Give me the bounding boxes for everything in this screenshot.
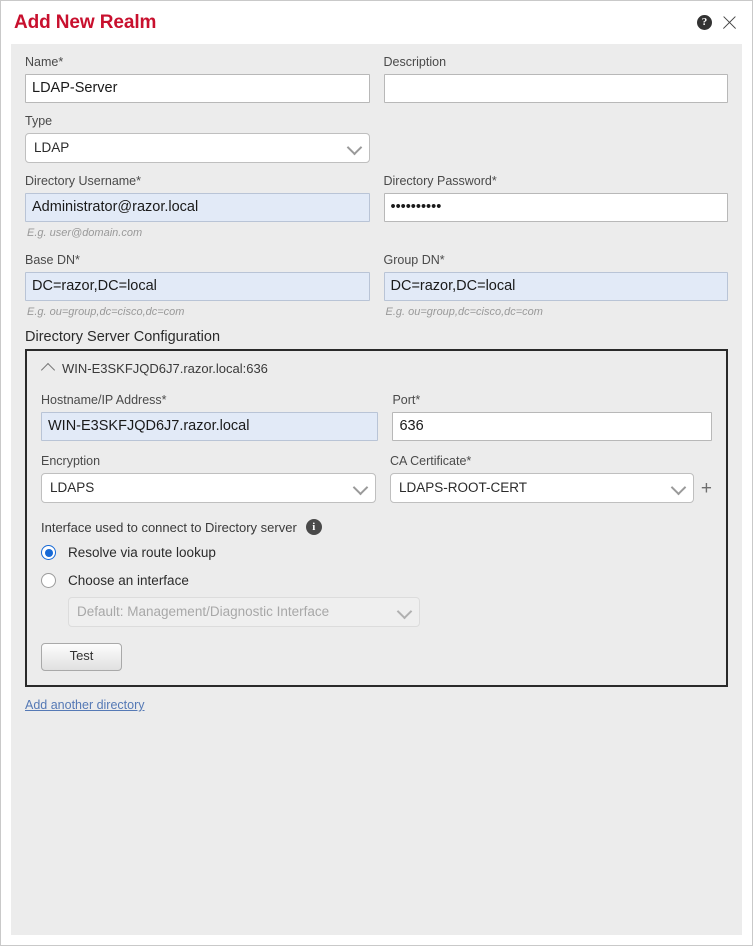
realm-form: Name* LDAP-Server Description Type LDAP (11, 44, 742, 935)
encryption-certificate-row: Encryption LDAPS CA Certificate* LDAPS-R… (41, 453, 712, 503)
add-new-realm-dialog: Add New Realm ? Name* LDAP-Server Descri… (0, 0, 753, 946)
directory-username-input[interactable]: Administrator@razor.local (25, 193, 370, 222)
radio-button-choose-interface[interactable] (41, 573, 56, 588)
radio-button-route-lookup[interactable] (41, 545, 56, 560)
ca-certificate-select[interactable]: LDAPS-ROOT-CERT (390, 473, 694, 503)
port-group: Port* 636 (392, 392, 712, 441)
interface-label-row: Interface used to connect to Directory s… (41, 519, 712, 535)
name-input[interactable]: LDAP-Server (25, 74, 370, 103)
directory-server-section-title: Directory Server Configuration (25, 329, 221, 345)
base-dn-label: Base DN* (25, 253, 80, 267)
directory-server-panel-header[interactable]: WIN-E3SKFJQD6J7.razor.local:636 (40, 361, 712, 378)
encryption-select[interactable]: LDAPS (41, 473, 376, 503)
description-input[interactable] (383, 74, 728, 103)
radio-resolve-via-route-lookup[interactable]: Resolve via route lookup (41, 545, 712, 560)
page-title: Add New Realm (14, 11, 157, 33)
directory-username-group: Directory Username* Administrator@razor.… (25, 173, 370, 240)
header-actions: ? (697, 14, 738, 31)
ca-certificate-control: LDAPS-ROOT-CERT + (390, 473, 712, 503)
directory-credentials-row: Directory Username* Administrator@razor.… (25, 173, 728, 240)
close-icon[interactable] (721, 14, 738, 31)
directory-password-label: Directory Password* (383, 174, 497, 188)
type-row: Type LDAP (25, 113, 728, 163)
encryption-select-value: LDAPS (50, 480, 95, 495)
radio-label-route-lookup: Resolve via route lookup (68, 545, 216, 560)
ca-certificate-group: CA Certificate* LDAPS-ROOT-CERT + (390, 453, 712, 503)
encryption-label: Encryption (41, 454, 101, 468)
description-field-group: Description (383, 54, 728, 103)
base-dn-group: Base DN* DC=razor,DC=local E.g. ou=group… (25, 252, 370, 319)
base-dn-input[interactable]: DC=razor,DC=local (25, 272, 370, 301)
description-label: Description (383, 55, 447, 69)
group-dn-label: Group DN* (383, 253, 445, 267)
encryption-group: Encryption LDAPS (41, 453, 376, 503)
chevron-down-icon (396, 603, 413, 620)
group-dn-hint: E.g. ou=group,dc=cisco,dc=com (385, 306, 543, 318)
directory-server-panel-title: WIN-E3SKFJQD6J7.razor.local:636 (62, 361, 268, 376)
base-dn-hint: E.g. ou=group,dc=cisco,dc=com (27, 306, 185, 318)
type-row-spacer (384, 113, 729, 163)
directory-password-group: Directory Password* •••••••••• (383, 173, 728, 240)
name-description-row: Name* LDAP-Server Description (25, 54, 728, 103)
ca-certificate-label: CA Certificate* (390, 454, 472, 468)
interface-label: Interface used to connect to Directory s… (41, 519, 297, 535)
interface-select: Default: Management/Diagnostic Interface (68, 597, 420, 627)
type-label: Type (25, 114, 53, 128)
hostname-label: Hostname/IP Address* (41, 393, 167, 407)
chevron-down-icon (670, 479, 687, 496)
interface-select-wrap: Default: Management/Diagnostic Interface (68, 597, 420, 627)
port-label: Port* (392, 393, 421, 407)
type-select-value: LDAP (34, 140, 70, 155)
interface-select-value: Default: Management/Diagnostic Interface (77, 604, 330, 619)
group-dn-input[interactable]: DC=razor,DC=local (383, 272, 728, 301)
dn-row: Base DN* DC=razor,DC=local E.g. ou=group… (25, 252, 728, 319)
radio-choose-an-interface[interactable]: Choose an interface (41, 573, 712, 588)
hostname-input[interactable]: WIN-E3SKFJQD6J7.razor.local (41, 412, 379, 441)
group-dn-group: Group DN* DC=razor,DC=local E.g. ou=grou… (383, 252, 728, 319)
hostname-group: Hostname/IP Address* WIN-E3SKFJQD6J7.raz… (41, 392, 379, 441)
help-circle-icon[interactable]: ? (697, 15, 712, 30)
name-label: Name* (25, 55, 64, 69)
type-field-group: Type LDAP (25, 113, 370, 163)
port-input[interactable]: 636 (392, 412, 712, 441)
directory-username-hint: E.g. user@domain.com (27, 227, 143, 239)
type-select[interactable]: LDAP (25, 133, 370, 163)
chevron-down-icon (346, 139, 362, 156)
chevron-up-icon (40, 362, 56, 378)
directory-password-input[interactable]: •••••••••• (383, 193, 728, 222)
ca-certificate-select-value: LDAPS-ROOT-CERT (399, 480, 528, 495)
test-button[interactable]: Test (41, 643, 122, 671)
chevron-down-icon (352, 479, 369, 496)
directory-username-label: Directory Username* (25, 174, 142, 188)
add-certificate-button[interactable]: + (701, 479, 712, 498)
info-circle-icon[interactable]: i (305, 519, 322, 535)
radio-label-choose-interface: Choose an interface (68, 573, 189, 588)
dialog-header: Add New Realm ? (1, 1, 752, 44)
hostname-port-row: Hostname/IP Address* WIN-E3SKFJQD6J7.raz… (41, 392, 712, 441)
add-another-directory-link[interactable]: Add another directory (25, 698, 145, 712)
name-field-group: Name* LDAP-Server (25, 54, 370, 103)
directory-server-panel: WIN-E3SKFJQD6J7.razor.local:636 Hostname… (25, 349, 728, 687)
